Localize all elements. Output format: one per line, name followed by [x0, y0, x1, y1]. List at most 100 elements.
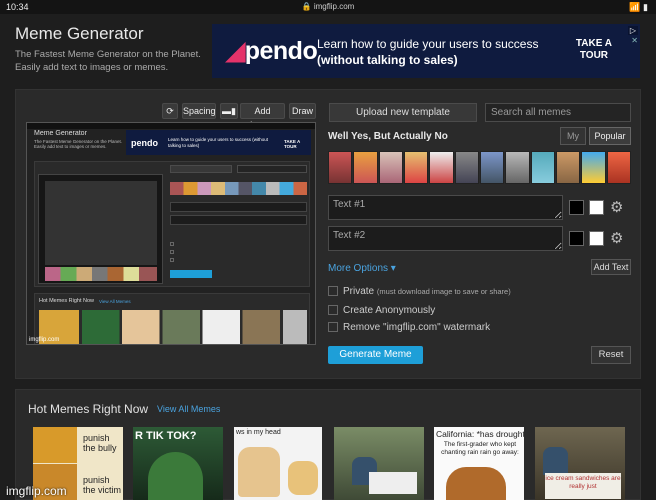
app-window: 10:34 🔒 imgflip.com 📶 ▮ Meme Generator T…: [0, 0, 656, 500]
inset-hot-panel: Hot Memes Right Now View All Memes: [34, 293, 310, 344]
rotate-button[interactable]: ⟳: [162, 103, 178, 119]
inset-inner-preview: [45, 181, 157, 265]
hot-meme-change-my-mind[interactable]: [334, 427, 424, 500]
inset-hot-strip: [39, 310, 307, 344]
pendo-logo: ◢pendo: [226, 37, 318, 65]
more-options-link[interactable]: More Options ▾: [328, 263, 396, 274]
template-thumb[interactable]: [530, 151, 555, 184]
watermark-checkbox[interactable]: [328, 322, 338, 333]
add-image-button[interactable]: Add Image: [240, 103, 285, 130]
private-note: (must download image to save or share): [376, 287, 511, 296]
spacing-button[interactable]: Spacing: [182, 103, 216, 119]
meme-canvas[interactable]: Meme Generator The Fastest Meme Generato…: [26, 122, 316, 345]
inset-statusbar: [27, 123, 315, 129]
hot-meme-change-my-mind-2[interactable]: ice cream sandwiches are really just: [535, 427, 625, 500]
tab-popular[interactable]: Popular: [589, 127, 631, 145]
text-color-swatch[interactable]: [589, 200, 604, 215]
cheems-shape: [288, 461, 318, 495]
inset-title: Meme Generator: [34, 130, 87, 137]
private-checkbox[interactable]: [328, 286, 338, 297]
text-row-2: ⚙: [328, 226, 631, 251]
inset-search-input: [237, 165, 307, 173]
inset-ad-text: Learn how to guide your users to success…: [168, 137, 269, 148]
draw-button[interactable]: Draw: [289, 103, 316, 119]
hot-meme-kermit[interactable]: R TIK TOK?: [133, 427, 223, 500]
template-thumb[interactable]: [606, 151, 631, 184]
add-image-icon[interactable]: ▬▮: [220, 103, 238, 119]
hot-meme-california[interactable]: California: *has drought* The first-grad…: [434, 427, 524, 500]
person-shape: [543, 447, 568, 475]
inset-panel: [34, 161, 310, 287]
generate-meme-button[interactable]: Generate Meme: [328, 346, 423, 364]
address-bar[interactable]: 🔒 imgflip.com: [0, 2, 656, 11]
status-bar: 10:34 🔒 imgflip.com 📶 ▮: [0, 0, 656, 14]
page-title: Meme Generator: [15, 24, 144, 43]
kermit-shape: [148, 452, 203, 500]
inset-generate-button: [170, 270, 212, 278]
template-thumb[interactable]: [328, 151, 353, 184]
private-option[interactable]: Private (must download image to save or …: [328, 286, 511, 297]
template-thumb[interactable]: [479, 151, 505, 184]
hot-meme-doge[interactable]: ws in my head: [234, 427, 322, 500]
template-thumbnails: [328, 151, 631, 184]
inset-inner-canvas: [38, 174, 163, 284]
text-row-1: ⚙: [328, 195, 631, 220]
gear-icon[interactable]: ⚙: [610, 198, 623, 216]
adchoices-icon[interactable]: ▷: [627, 26, 638, 35]
ad-message: Learn how to guide your users to success…: [317, 36, 538, 68]
meme3-text: ws in my head: [236, 429, 281, 436]
drake-top-image: [33, 427, 77, 463]
meme7-text: ice cream sandwiches are really just: [545, 473, 621, 499]
buff-doge-shape: [238, 447, 280, 497]
search-input[interactable]: [485, 103, 631, 122]
inset-watermark: imgflip.com: [29, 337, 60, 343]
text1-input[interactable]: [328, 195, 563, 220]
inset-hot-title: Hot Memes Right Now: [39, 298, 95, 304]
watermark-option[interactable]: Remove "imgflip.com" watermark: [328, 322, 490, 333]
template-thumb[interactable]: [378, 151, 403, 184]
template-thumb[interactable]: [353, 151, 378, 184]
anonymous-checkbox[interactable]: [328, 305, 338, 316]
text2-input[interactable]: [328, 226, 563, 251]
inset-thumb-strip: [170, 182, 307, 195]
inset-text1: [170, 202, 307, 212]
upload-template-button[interactable]: Upload new template: [329, 103, 477, 122]
inset-ad-cta: TAKE A TOUR: [284, 139, 301, 149]
view-all-memes-link[interactable]: View All Memes: [157, 404, 220, 414]
template-thumb[interactable]: [555, 151, 581, 184]
inset-checkbox-2: [170, 250, 174, 254]
ad-cta-button[interactable]: TAKE A TOUR: [576, 38, 612, 62]
outline-color-swatch[interactable]: [569, 200, 584, 215]
template-thumb[interactable]: [429, 151, 454, 184]
tab-my[interactable]: My: [560, 127, 586, 145]
anonymous-option[interactable]: Create Anonymously: [328, 305, 435, 316]
meme6-subtext: The first-grader who kept chanting rain …: [441, 441, 519, 456]
text-color-swatch[interactable]: [589, 231, 604, 246]
elmo-fire-shape: [446, 467, 506, 500]
outline-color-swatch[interactable]: [569, 231, 584, 246]
wifi-battery-icon: 📶 ▮: [629, 2, 648, 12]
meme1-bottom-text: punish the victim: [83, 475, 122, 495]
template-thumb[interactable]: [505, 151, 530, 184]
template-name: Well Yes, But Actually No: [328, 131, 448, 142]
ad-close-icon[interactable]: ✕: [631, 36, 638, 45]
hot-memes-title: Hot Memes Right Now: [28, 402, 149, 416]
ad-line-2: (without talking to sales): [317, 53, 458, 67]
template-thumb[interactable]: [454, 151, 479, 184]
inset-ad: pendo Learn how to guide your users to s…: [126, 130, 311, 155]
template-thumb[interactable]: [581, 151, 606, 184]
inset-upload-button: [170, 165, 232, 173]
reset-button[interactable]: Reset: [591, 346, 631, 364]
inset-hot-link: View All Memes: [99, 299, 131, 304]
inset-subtitle: The Fastest Meme Generator on the Planet…: [34, 139, 123, 149]
ad-banner[interactable]: ◢pendo Learn how to guide your users to …: [212, 24, 640, 78]
inset-inner-hot-strip: [45, 267, 157, 281]
add-text-button[interactable]: Add Text: [591, 259, 631, 275]
gear-icon[interactable]: ⚙: [610, 229, 623, 247]
page-subtitle: The Fastest Meme Generator on the Planet…: [15, 49, 201, 73]
inset-checkbox-1: [170, 242, 174, 246]
inset-text2: [170, 215, 307, 225]
template-thumb[interactable]: [403, 151, 429, 184]
meme1-top-text: punish the bully: [83, 433, 117, 453]
imgflip-watermark: imgflip.com: [6, 484, 67, 498]
